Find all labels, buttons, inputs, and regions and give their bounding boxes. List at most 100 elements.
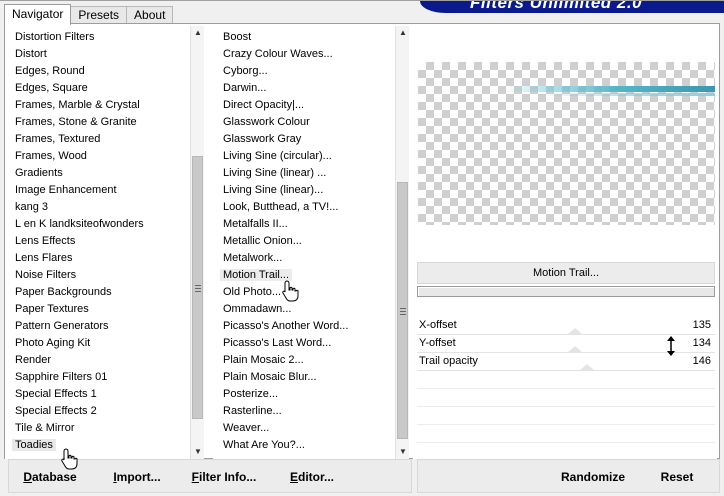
accel-key: F [191, 470, 199, 484]
filter-item[interactable]: Metallic Onion... [213, 233, 409, 250]
category-item[interactable]: Frames, Marble & Crystal [5, 97, 204, 114]
filter-item[interactable]: Living Sine (linear)... [213, 182, 409, 199]
filter-item[interactable]: Picasso's Last Word... [213, 335, 409, 352]
category-scrollbar[interactable]: ▲ ▼ [190, 26, 204, 459]
category-item[interactable]: Special Effects 2 [5, 403, 204, 420]
filter-scroll-thumb[interactable] [397, 182, 408, 439]
filter-info-button[interactable]: Filter Info... [186, 463, 262, 491]
slider-knob[interactable] [568, 346, 582, 352]
category-item[interactable]: Paper Backgrounds [5, 284, 204, 301]
scroll-down-icon[interactable]: ▼ [396, 445, 409, 459]
reset-button[interactable]: Reset [650, 463, 704, 491]
filter-item[interactable]: Metalwork... [213, 250, 409, 267]
filter-list[interactable]: Boost Crazy Colour Waves... Cyborg... Darwi… [213, 26, 409, 459]
slider-knob[interactable] [580, 364, 594, 370]
category-label: Tile & Mirror [15, 422, 75, 434]
filter-item[interactable]: Posterize... [213, 386, 409, 403]
filter-scrollbar[interactable]: ▲ ▼ [395, 26, 409, 459]
filter-item[interactable]: Plain Mosaic 2... [213, 352, 409, 369]
category-item[interactable]: Lens Flares [5, 250, 204, 267]
button-label-rest: atabase [31, 470, 77, 484]
filter-item[interactable]: Glasswork Colour [213, 114, 409, 131]
category-item[interactable]: Render [5, 352, 204, 369]
category-item[interactable]: Image Enhancement [5, 182, 204, 199]
category-item[interactable]: Distort [5, 46, 204, 63]
tab-presets[interactable]: Presets [70, 6, 128, 24]
category-label: Frames, Stone & Granite [15, 116, 137, 128]
category-item[interactable]: Sapphire Filters 01 [5, 369, 204, 386]
filter-item[interactable]: Cyborg... [213, 63, 409, 80]
scroll-up-icon[interactable]: ▲ [191, 26, 204, 40]
category-item[interactable]: Lens Effects [5, 233, 204, 250]
filter-label: Direct Opacity|... [223, 99, 305, 111]
category-item[interactable]: Tile & Mirror [5, 420, 204, 437]
category-item[interactable]: Edges, Round [5, 63, 204, 80]
category-item[interactable]: Gradients [5, 165, 204, 182]
category-label: Lens Effects [15, 235, 76, 247]
filter-item[interactable]: Living Sine (linear) ... [213, 165, 409, 182]
editor-button[interactable]: Editor... [282, 463, 342, 491]
filter-label: Glasswork Gray [223, 133, 302, 145]
import-button[interactable]: Import... [104, 463, 170, 491]
filter-item[interactable]: What Are You?... [213, 437, 409, 454]
slider-track[interactable] [417, 370, 715, 371]
progress-bar [417, 286, 715, 297]
database-button[interactable]: Database [14, 463, 86, 491]
category-list[interactable]: Distortion Filters Distort Edges, Round Edg… [5, 26, 204, 459]
randomize-button[interactable]: Randomize [550, 463, 636, 491]
filter-item[interactable]: Look, Butthead, a TV!... [213, 199, 409, 216]
param-x-offset[interactable]: X-offset 135 [417, 317, 715, 335]
empty-param-slot [417, 407, 715, 425]
category-item[interactable]: Toadies [5, 437, 204, 454]
category-label: Sapphire Filters 01 [15, 371, 108, 383]
category-item[interactable]: Pattern Generators [5, 318, 204, 335]
category-scroll-thumb[interactable] [192, 156, 203, 419]
filter-item[interactable]: Rasterline... [213, 403, 409, 420]
category-label: Image Enhancement [15, 184, 117, 196]
filter-label: Weaver... [223, 422, 270, 434]
filter-item[interactable]: Plain Mosaic Blur... [213, 369, 409, 386]
slider-knob[interactable] [568, 328, 582, 334]
button-label-rest: mport... [116, 470, 161, 484]
selected-filter-name: Motion Trail... [417, 262, 715, 284]
category-label: Toadies [12, 439, 56, 451]
filter-item[interactable]: Boost [213, 29, 409, 46]
scroll-down-icon[interactable]: ▼ [191, 445, 204, 459]
category-item[interactable]: Noise Filters [5, 267, 204, 284]
category-item[interactable]: Frames, Stone & Granite [5, 114, 204, 131]
category-item[interactable]: Frames, Wood [5, 148, 204, 165]
category-item[interactable]: Paper Textures [5, 301, 204, 318]
filter-item[interactable]: Metalfalls II... [213, 216, 409, 233]
empty-param-slot [417, 389, 715, 407]
filter-label: Metalwork... [223, 252, 283, 264]
accel-key: E [289, 470, 298, 484]
category-item[interactable]: Edges, Square [5, 80, 204, 97]
category-item[interactable]: Special Effects 1 [5, 386, 204, 403]
category-label: Special Effects 1 [15, 388, 97, 400]
param-value: 134 [692, 337, 711, 349]
preview-canvas[interactable] [418, 62, 715, 225]
filter-item[interactable]: Motion Trail... [213, 267, 409, 284]
filter-item[interactable]: Picasso's Another Word... [213, 318, 409, 335]
category-item[interactable]: Distortion Filters [5, 29, 204, 46]
resize-cursor-icon [667, 336, 675, 356]
filter-item[interactable]: Crazy Colour Waves... [213, 46, 409, 63]
category-item[interactable]: Photo Aging Kit [5, 335, 204, 352]
filter-item[interactable]: Old Photo... [213, 284, 409, 301]
filter-item[interactable]: Weaver... [213, 420, 409, 437]
filter-item[interactable]: Direct Opacity|... [213, 97, 409, 114]
filter-item[interactable]: Darwin... [213, 80, 409, 97]
filter-item[interactable]: Living Sine (circular)... [213, 148, 409, 165]
param-label: Trail opacity [419, 355, 478, 367]
category-item[interactable]: Frames, Textured [5, 131, 204, 148]
tab-bar: Navigator Presets About [4, 4, 174, 25]
filter-item[interactable]: Ommadawn... [213, 301, 409, 318]
category-label: Frames, Marble & Crystal [15, 99, 140, 111]
filter-item[interactable]: Glasswork Gray [213, 131, 409, 148]
category-item[interactable]: L en K landksiteofwonders [5, 216, 204, 233]
tab-about[interactable]: About [126, 6, 174, 24]
scroll-up-icon[interactable]: ▲ [396, 26, 409, 40]
category-item[interactable]: kang 3 [5, 199, 204, 216]
category-label: Render [15, 354, 52, 366]
tab-navigator[interactable]: Navigator [4, 4, 72, 25]
